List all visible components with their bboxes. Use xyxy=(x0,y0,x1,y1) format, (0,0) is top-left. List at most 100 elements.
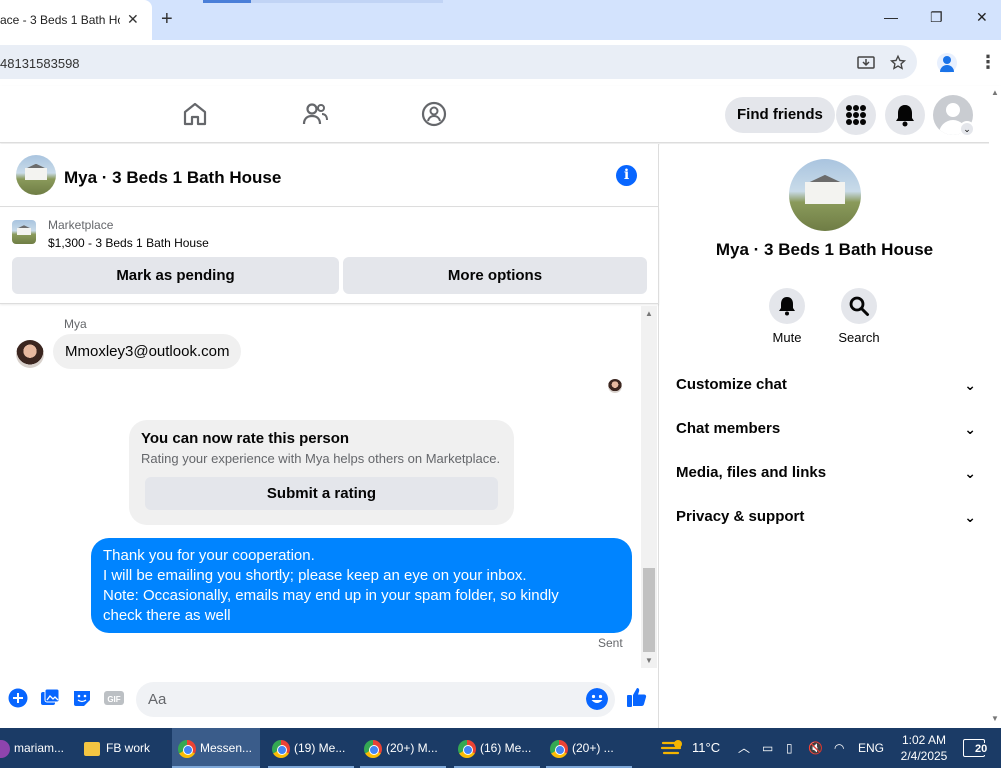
panel-listing-avatar[interactable] xyxy=(789,159,861,231)
chrome-icon xyxy=(458,739,476,758)
grid-menu-icon xyxy=(846,105,866,125)
taskbar-item[interactable]: mariam... xyxy=(0,728,72,768)
windows-taskbar: mariam... FB work Messen... (19) Me... (… xyxy=(0,728,1001,768)
incoming-message[interactable]: Mmoxley3@outlook.com xyxy=(53,334,242,369)
chrome-icon xyxy=(550,739,568,758)
bookmark-star-icon[interactable] xyxy=(889,54,907,72)
rate-subtitle: Rating your experience with Mya helps ot… xyxy=(141,451,501,466)
outgoing-line: I will be emailing you shortly; please k… xyxy=(103,567,527,584)
wifi-icon[interactable]: ◠ xyxy=(834,728,844,768)
taskbar-item[interactable]: (19) Me... xyxy=(268,728,354,768)
plus-circle-icon[interactable] xyxy=(8,688,28,708)
page-scroll-up-icon[interactable]: ▲ xyxy=(991,88,999,97)
tab-title: ace - 3 Beds 1 Bath Ho xyxy=(0,13,120,27)
battery-icon[interactable]: ▭ xyxy=(762,728,773,768)
facebook-header: Find friends xyxy=(0,86,1001,143)
chat-members-row[interactable]: Chat members ⌄ xyxy=(676,414,976,444)
info-icon[interactable]: i xyxy=(616,165,637,186)
mute-label: Mute xyxy=(772,330,802,345)
sticker-icon[interactable] xyxy=(72,688,92,708)
mute-button[interactable]: Mute xyxy=(757,288,817,345)
page-scroll-down-icon[interactable]: ▼ xyxy=(991,714,999,723)
notifications-icon[interactable]: 20 xyxy=(963,739,989,757)
rate-person-card: You can now rate this person Rating your… xyxy=(129,420,514,525)
find-friends-button[interactable]: Find friends xyxy=(725,97,835,133)
chevron-down-icon: ⌄ xyxy=(964,509,976,525)
speaker-muted-icon[interactable]: 🔇 xyxy=(808,728,823,768)
gif-icon[interactable]: GIF xyxy=(104,688,124,708)
chrome-icon xyxy=(364,739,382,758)
taskbar-item-active[interactable]: Messen... xyxy=(172,728,260,768)
chevron-down-icon: ⌄ xyxy=(964,377,976,393)
media-files-links-row[interactable]: Media, files and links ⌄ xyxy=(676,458,976,488)
language-indicator[interactable]: ENG xyxy=(858,728,884,768)
browser-profile-icon[interactable] xyxy=(937,53,957,73)
scroll-down-icon[interactable]: ▼ xyxy=(645,656,653,665)
taskbar-item[interactable]: (20+) M... xyxy=(360,728,446,768)
listing-title[interactable]: $1,300 - 3 Beds 1 Bath House xyxy=(48,236,209,250)
mark-as-pending-button[interactable]: Mark as pending xyxy=(12,257,339,294)
listing-thumbnail[interactable] xyxy=(12,220,36,244)
browser-menu-icon[interactable]: ⋮ xyxy=(979,52,997,73)
install-app-icon[interactable] xyxy=(857,54,875,72)
groups-icon[interactable] xyxy=(420,100,448,128)
taskbar-item-folder[interactable]: FB work xyxy=(80,728,168,768)
chrome-icon xyxy=(178,739,196,758)
notifications-button[interactable] xyxy=(885,95,925,135)
message-input[interactable] xyxy=(136,682,615,717)
sent-status: Sent xyxy=(598,636,623,650)
bell-icon xyxy=(779,297,795,316)
window-close-icon[interactable]: ✕ xyxy=(976,9,988,26)
photo-icon[interactable] xyxy=(40,688,60,708)
device-icon[interactable]: ▯ xyxy=(786,728,793,768)
customize-chat-row[interactable]: Customize chat ⌄ xyxy=(676,370,976,400)
chat-title[interactable]: Mya · 3 Beds 1 Bath House xyxy=(64,168,281,188)
rate-title: You can now rate this person xyxy=(141,430,350,447)
browser-tab[interactable]: ace - 3 Beds 1 Bath Ho ✕ xyxy=(0,0,152,40)
sender-avatar[interactable] xyxy=(16,340,44,368)
conversation-info-panel: Mya · 3 Beds 1 Bath House Mute Search Cu… xyxy=(660,144,989,728)
tab-close-icon[interactable]: ✕ xyxy=(127,11,139,28)
friends-icon[interactable] xyxy=(301,100,329,128)
message-composer: GIF xyxy=(0,674,659,724)
weather-icon[interactable] xyxy=(660,737,684,759)
account-chevron-down-icon[interactable]: ⌄ xyxy=(959,121,975,137)
search-label: Search xyxy=(838,330,880,345)
outgoing-line: Note: Occasionally, emails may end up in… xyxy=(103,587,559,604)
url-field[interactable] xyxy=(0,45,917,79)
search-button[interactable]: Search xyxy=(829,288,889,345)
clock[interactable]: 1:02 AM 2/4/2025 xyxy=(897,732,951,764)
taskbar-item[interactable]: (16) Me... xyxy=(454,728,540,768)
page-scrollbar[interactable]: ▲ ▼ xyxy=(989,86,1001,728)
tab-group-indicator xyxy=(203,0,251,3)
chat-window: Mya · 3 Beds 1 Bath House i Marketplace … xyxy=(0,144,659,728)
outgoing-message[interactable]: Thank you for your cooperation. I will b… xyxy=(91,538,632,633)
privacy-support-row[interactable]: Privacy & support ⌄ xyxy=(676,502,976,532)
scroll-thumb[interactable] xyxy=(643,568,655,652)
new-tab-icon[interactable]: + xyxy=(161,8,173,31)
listing-avatar[interactable] xyxy=(16,155,56,195)
date: 2/4/2025 xyxy=(900,749,948,763)
more-options-button[interactable]: More options xyxy=(343,257,647,294)
folder-icon xyxy=(84,741,100,756)
restore-icon[interactable]: ❐ xyxy=(930,9,943,26)
minimize-icon[interactable]: — xyxy=(884,9,898,25)
chevron-down-icon: ⌄ xyxy=(964,465,976,481)
scroll-up-icon[interactable]: ▲ xyxy=(645,309,653,318)
message-scrollbar[interactable]: ▲ ▼ xyxy=(641,306,657,668)
row-label: Chat members xyxy=(676,420,781,437)
taskbar-item[interactable]: (20+) ... xyxy=(546,728,632,768)
outgoing-line: Thank you for your cooperation. xyxy=(103,547,315,564)
bell-icon xyxy=(896,105,914,127)
submit-rating-button[interactable]: Submit a rating xyxy=(145,477,498,510)
browser-tab-strip: ace - 3 Beds 1 Bath Ho ✕ + — ❐ ✕ xyxy=(0,0,1001,40)
thumbs-up-icon[interactable] xyxy=(626,686,648,708)
show-hidden-icons-icon[interactable]: ︿ xyxy=(738,728,750,768)
temperature[interactable]: 11°C xyxy=(692,728,720,768)
read-receipt-avatar xyxy=(608,379,622,393)
home-icon[interactable] xyxy=(181,100,209,128)
message-list: Mya Mmoxley3@outlook.com You can now rat… xyxy=(0,306,641,668)
menu-button[interactable] xyxy=(836,95,876,135)
url-text: 48131583598 xyxy=(0,56,80,71)
emoji-icon[interactable] xyxy=(586,688,608,710)
